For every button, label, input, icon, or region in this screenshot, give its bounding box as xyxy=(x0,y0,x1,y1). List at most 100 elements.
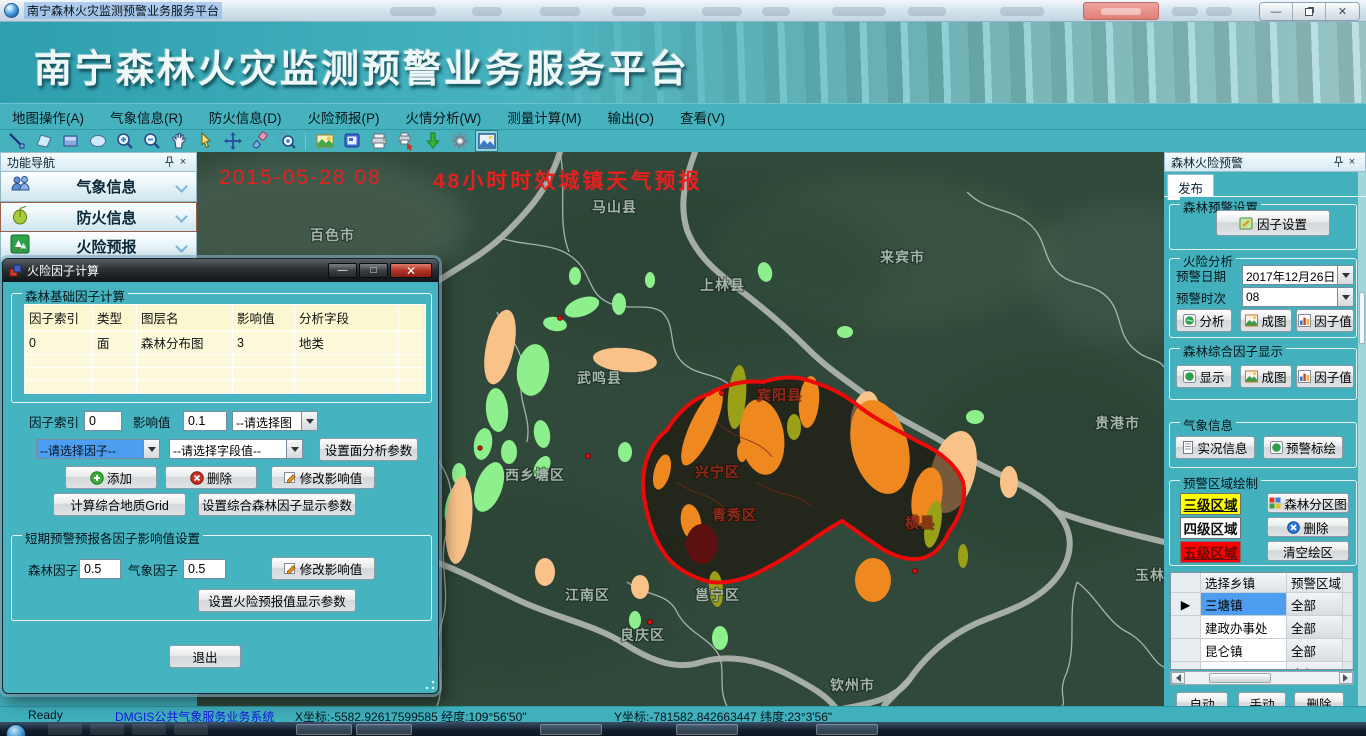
fire-display-params-button[interactable]: 设置火险预报值显示参数 xyxy=(198,589,356,612)
table-row[interactable]: 昆仑镇 全部 xyxy=(1171,639,1353,662)
field-select-combo[interactable]: --请选择字段值-- xyxy=(169,439,303,459)
zone-level3-chip[interactable]: 三级区域 xyxy=(1180,493,1241,515)
map-picture-icon[interactable] xyxy=(314,131,335,151)
factor-select-combo[interactable]: --请选择因子-- xyxy=(36,439,160,459)
nav-item-fire-prevention[interactable]: 防火信息 xyxy=(0,202,197,232)
taskbar-app[interactable] xyxy=(816,724,878,735)
factor-table-row[interactable]: 0面 森林分布图3 地类 xyxy=(25,331,426,355)
calc-grid-button[interactable]: 计算综合地质Grid xyxy=(53,493,186,516)
start-button[interactable] xyxy=(6,724,26,736)
make-map-button[interactable]: 成图 xyxy=(1240,309,1292,332)
factor-settings-button[interactable]: 因子设置 xyxy=(1216,210,1330,236)
menu-item-气象信息(R)[interactable]: 气象信息(R) xyxy=(110,107,183,127)
polygon-tool-icon[interactable] xyxy=(33,131,54,151)
zone-level5-chip[interactable]: 五级区域 xyxy=(1180,541,1241,563)
cell-township[interactable]: 昆仑镇 xyxy=(1201,639,1287,661)
pin-icon[interactable] xyxy=(1331,155,1345,169)
menu-item-火情分析(W)[interactable]: 火情分析(W) xyxy=(406,107,482,127)
taskbar-app[interactable] xyxy=(676,724,738,735)
dialog-maximize-button[interactable]: □ xyxy=(359,263,388,278)
rectangle-tool-icon[interactable] xyxy=(60,131,81,151)
ellipse-tool-icon[interactable] xyxy=(87,131,108,151)
table-row[interactable]: ▶ 三塘镇 全部 xyxy=(1171,593,1353,616)
add-button[interactable]: 添加 xyxy=(65,466,157,489)
delete-button[interactable]: 删除 xyxy=(165,466,257,489)
scroll-right-arrow[interactable] xyxy=(1339,672,1353,684)
factor-values-button[interactable]: 因子值 xyxy=(1296,309,1354,332)
panel-vscrollbar[interactable] xyxy=(1358,172,1366,706)
titlebar-tab-blur[interactable] xyxy=(702,7,742,16)
taskbar-app[interactable] xyxy=(540,724,602,735)
factor-values-button2[interactable]: 因子值 xyxy=(1296,365,1354,388)
titlebar-tab-blur[interactable] xyxy=(390,7,436,16)
taskbar-icon[interactable] xyxy=(132,724,166,735)
area-params-button[interactable]: 设置面分析参数 xyxy=(319,438,418,461)
cell-township[interactable] xyxy=(1201,662,1287,670)
modify-impact-button2[interactable]: 修改影响值 xyxy=(271,557,375,580)
titlebar-tab-blur[interactable] xyxy=(1000,7,1044,16)
menu-item-地图操作(A)[interactable]: 地图操作(A) xyxy=(12,107,84,127)
image-view-icon[interactable] xyxy=(476,131,497,151)
dialog-titlebar[interactable]: 火险因子计算 — □ ✕ xyxy=(3,259,438,282)
titlebar-tab-blur[interactable] xyxy=(540,7,580,16)
delete-zone-button[interactable]: 删除 xyxy=(1267,517,1349,537)
auto-button[interactable]: 自动 xyxy=(1176,692,1228,706)
download-arrow-icon[interactable] xyxy=(422,131,443,151)
close-button[interactable]: ✕ xyxy=(1326,3,1359,20)
select-arrow-icon[interactable] xyxy=(195,131,216,151)
zoom-in-icon[interactable] xyxy=(114,131,135,151)
brush-tool-icon[interactable] xyxy=(249,131,270,151)
titlebar-icon-blur[interactable] xyxy=(1172,7,1198,16)
restore-button[interactable] xyxy=(1293,3,1326,20)
close-icon[interactable]: × xyxy=(1345,155,1359,169)
forest-factor-input[interactable]: 0.5 xyxy=(79,559,121,579)
titlebar-red-button[interactable] xyxy=(1083,2,1159,20)
menu-item-测量计算(M)[interactable]: 测量计算(M) xyxy=(507,107,581,127)
titlebar-tab-blur[interactable] xyxy=(832,7,886,16)
table-vscroll[interactable] xyxy=(1343,593,1353,615)
cell-area-dropdown[interactable]: 全部 xyxy=(1287,639,1343,661)
cell-area-dropdown[interactable]: 全部 xyxy=(1287,662,1343,670)
clear-drawing-button[interactable]: 清空绘区 xyxy=(1267,541,1349,561)
weather-factor-input[interactable]: 0.5 xyxy=(183,559,226,579)
taskbar-app[interactable] xyxy=(296,724,352,735)
titlebar-tab-blur[interactable] xyxy=(762,7,790,16)
live-info-button[interactable]: 实况信息 xyxy=(1175,436,1255,459)
table-row-partial[interactable]: 全部 xyxy=(1171,662,1353,670)
warning-time-combo[interactable]: 08 xyxy=(1242,287,1354,307)
zoom-window-icon[interactable] xyxy=(276,131,297,151)
table-row[interactable]: 建政办事处 全部 xyxy=(1171,616,1353,639)
impact-input[interactable]: 0.1 xyxy=(183,411,227,431)
forest-partition-button[interactable]: 森林分区图 xyxy=(1267,493,1349,513)
taskbar-icon[interactable] xyxy=(90,724,124,735)
resize-grip[interactable] xyxy=(425,680,435,690)
printer-icon[interactable] xyxy=(368,131,389,151)
full-extent-icon[interactable] xyxy=(222,131,243,151)
scroll-thumb[interactable] xyxy=(1359,292,1365,344)
titlebar-tab-blur[interactable] xyxy=(472,7,502,16)
scroll-thumb[interactable] xyxy=(1209,673,1271,683)
cell-township[interactable]: 建政办事处 xyxy=(1201,616,1287,638)
dialog-close-button[interactable]: ✕ xyxy=(390,263,432,278)
menu-item-火险预报(P)[interactable]: 火险预报(P) xyxy=(308,107,380,127)
layer-view-icon[interactable] xyxy=(341,131,362,151)
warning-date-combo[interactable]: 2017年12月26日 xyxy=(1242,265,1354,285)
close-icon[interactable]: × xyxy=(176,155,190,169)
titlebar-tab-blur[interactable] xyxy=(612,7,646,16)
zone-level4-chip[interactable]: 四级区域 xyxy=(1180,517,1241,539)
make-map-button2[interactable]: 成图 xyxy=(1240,365,1292,388)
layer-select-combo[interactable]: --请选择图 xyxy=(232,411,318,431)
pin-icon[interactable] xyxy=(162,155,176,169)
cell-township[interactable]: 三塘镇 xyxy=(1201,593,1287,615)
titlebar-tab-blur[interactable] xyxy=(908,7,946,16)
menu-item-输出(O)[interactable]: 输出(O) xyxy=(607,107,654,127)
show-button[interactable]: 显示 xyxy=(1176,365,1232,388)
pan-hand-icon[interactable] xyxy=(168,131,189,151)
table-vscroll[interactable] xyxy=(1343,573,1353,592)
nav-item-weather[interactable]: 气象信息 xyxy=(0,172,197,202)
print-export-icon[interactable] xyxy=(395,131,416,151)
delete-button[interactable]: 删除 xyxy=(1294,692,1344,706)
titlebar-icon-blur[interactable] xyxy=(1206,7,1232,16)
cell-area-dropdown[interactable]: 全部 xyxy=(1287,593,1343,615)
line-tool-icon[interactable] xyxy=(6,131,27,151)
